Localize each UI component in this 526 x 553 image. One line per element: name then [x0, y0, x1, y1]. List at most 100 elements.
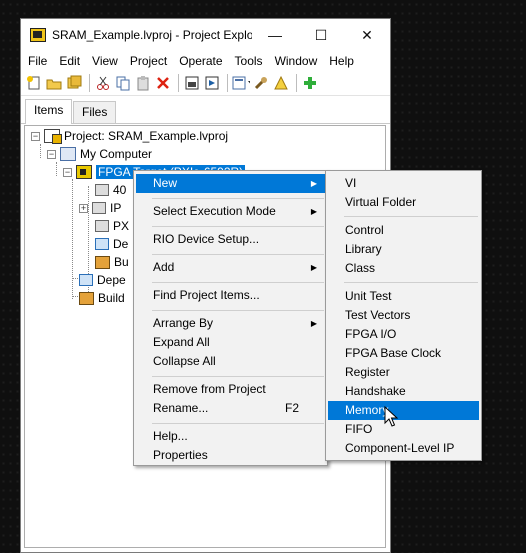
tree-node-build-specs[interactable]: Build — [79, 289, 125, 307]
toolbar-separator — [178, 74, 179, 92]
tree-node-child[interactable]: De — [95, 235, 128, 253]
menu-item-expand-all[interactable]: Expand All — [136, 333, 325, 352]
computer-icon — [60, 147, 76, 161]
cut-icon[interactable] — [94, 74, 112, 92]
close-button[interactable]: ✕ — [344, 19, 390, 51]
submenu-item-component-level-ip[interactable]: Component-Level IP — [328, 439, 479, 458]
build-icon[interactable] — [183, 74, 201, 92]
open-icon[interactable] — [45, 74, 63, 92]
tab-strip: Items Files — [21, 97, 390, 124]
menu-item-label: Add — [153, 260, 175, 274]
tree-node-child[interactable]: Bu — [95, 253, 129, 271]
new-icon[interactable] — [25, 74, 43, 92]
submenu-item-register[interactable]: Register — [328, 363, 479, 382]
minimize-button[interactable]: — — [252, 19, 298, 51]
wrench-icon[interactable] — [252, 74, 270, 92]
submenu-item-fpga-base-clock[interactable]: FPGA Base Clock — [328, 344, 479, 363]
menu-item-label: Rename... — [153, 401, 209, 415]
mouse-cursor-icon — [384, 406, 398, 427]
menu-item-collapse-all[interactable]: Collapse All — [136, 352, 325, 371]
toolbar-separator — [296, 74, 297, 92]
menu-view[interactable]: View — [86, 51, 124, 71]
menu-item-rio-device-setup[interactable]: RIO Device Setup... — [136, 230, 325, 249]
shortcut-label: F2 — [284, 401, 299, 415]
fpga-target-icon — [76, 165, 92, 179]
menu-separator — [344, 282, 478, 283]
warning-icon[interactable] — [272, 74, 290, 92]
submenu-arrow-icon: ▶ — [310, 207, 317, 216]
tab-items[interactable]: Items — [25, 99, 73, 124]
collapse-toggle[interactable]: − — [63, 167, 72, 177]
menu-item-select-execution-mode[interactable]: Select Execution Mode ▶ — [136, 202, 325, 221]
menu-item-properties[interactable]: Properties — [136, 446, 325, 465]
menu-item-help[interactable]: Help... — [136, 427, 325, 446]
submenu-item-memory[interactable]: Memory — [328, 401, 479, 420]
tree-node-child[interactable]: 40 — [95, 181, 126, 199]
tree-node-my-computer[interactable]: − My Computer — [47, 145, 152, 163]
submenu-item-virtual-folder[interactable]: Virtual Folder — [328, 193, 479, 212]
menu-separator — [152, 254, 324, 255]
submenu-item-library[interactable]: Library — [328, 240, 479, 259]
dependencies-icon — [79, 274, 93, 286]
submenu-item-fpga-io[interactable]: FPGA I/O — [328, 325, 479, 344]
submenu-item-fifo[interactable]: FIFO — [328, 420, 479, 439]
menu-item-rename[interactable]: Rename... F2 — [136, 399, 325, 418]
copy-icon[interactable] — [114, 74, 132, 92]
submenu-item-test-vectors[interactable]: Test Vectors — [328, 306, 479, 325]
submenu-arrow-icon: ▶ — [310, 319, 317, 328]
delete-icon[interactable] — [154, 74, 172, 92]
menu-item-remove-from-project[interactable]: Remove from Project — [136, 380, 325, 399]
tree-node-child[interactable]: + IP — [79, 199, 121, 217]
submenu-arrow-icon: ▶ — [310, 263, 317, 272]
collapse-toggle[interactable]: − — [47, 149, 56, 159]
submenu-item-unit-test[interactable]: Unit Test — [328, 287, 479, 306]
menu-tools[interactable]: Tools — [229, 51, 269, 71]
tree-node-child[interactable]: PX — [95, 217, 129, 235]
tree-node-project[interactable]: − Project: SRAM_Example.lvproj — [31, 127, 228, 145]
tree-label: Depe — [97, 273, 126, 287]
collapse-toggle[interactable]: − — [31, 131, 40, 141]
menu-item-add[interactable]: Add ▶ — [136, 258, 325, 277]
build-spec-icon — [79, 291, 94, 305]
menu-separator — [152, 376, 324, 377]
submenu-arrow-icon: ▶ — [310, 179, 317, 188]
menu-operate[interactable]: Operate — [173, 51, 228, 71]
menu-window[interactable]: Window — [269, 51, 324, 71]
save-all-icon[interactable] — [65, 74, 83, 92]
vi-icon — [95, 220, 109, 232]
submenu-item-class[interactable]: Class — [328, 259, 479, 278]
project-icon — [44, 129, 62, 144]
submenu-item-control[interactable]: Control — [328, 221, 479, 240]
tree-label: Project: SRAM_Example.lvproj — [64, 129, 229, 143]
menu-file[interactable]: File — [22, 51, 53, 71]
tab-files[interactable]: Files — [73, 101, 117, 123]
menu-separator — [152, 423, 324, 424]
folder-icon — [92, 202, 106, 214]
menu-item-find-project-items[interactable]: Find Project Items... — [136, 286, 325, 305]
expand-toggle[interactable]: + — [79, 203, 88, 213]
toolbar — [21, 71, 390, 96]
menu-separator — [152, 282, 324, 283]
view-options-icon[interactable] — [232, 74, 250, 92]
menu-help[interactable]: Help — [323, 51, 360, 71]
toolbar-separator — [89, 74, 90, 92]
maximize-button[interactable]: ☐ — [298, 19, 344, 51]
submenu-item-handshake[interactable]: Handshake — [328, 382, 479, 401]
build-spec-icon — [95, 255, 110, 269]
new-submenu: VI Virtual Folder Control Library Class … — [325, 170, 482, 461]
submenu-item-vi[interactable]: VI — [328, 174, 479, 193]
labview-app-icon — [30, 28, 46, 42]
tree-label: PX — [113, 219, 130, 233]
menu-project[interactable]: Project — [124, 51, 173, 71]
menu-edit[interactable]: Edit — [53, 51, 86, 71]
title-bar[interactable]: SRAM_Example.lvproj - Project Explo... —… — [21, 19, 390, 51]
menu-item-new[interactable]: New ▶ — [136, 174, 325, 193]
deploy-icon[interactable] — [203, 74, 221, 92]
menu-item-label: Select Execution Mode — [153, 204, 276, 218]
tree-node-dependencies[interactable]: Depe — [79, 271, 126, 289]
menu-bar: File Edit View Project Operate Tools Win… — [21, 51, 390, 71]
menu-item-arrange-by[interactable]: Arrange By ▶ — [136, 314, 325, 333]
tree-label: 40 — [113, 183, 127, 197]
run-icon[interactable] — [301, 74, 319, 92]
paste-icon[interactable] — [134, 74, 152, 92]
